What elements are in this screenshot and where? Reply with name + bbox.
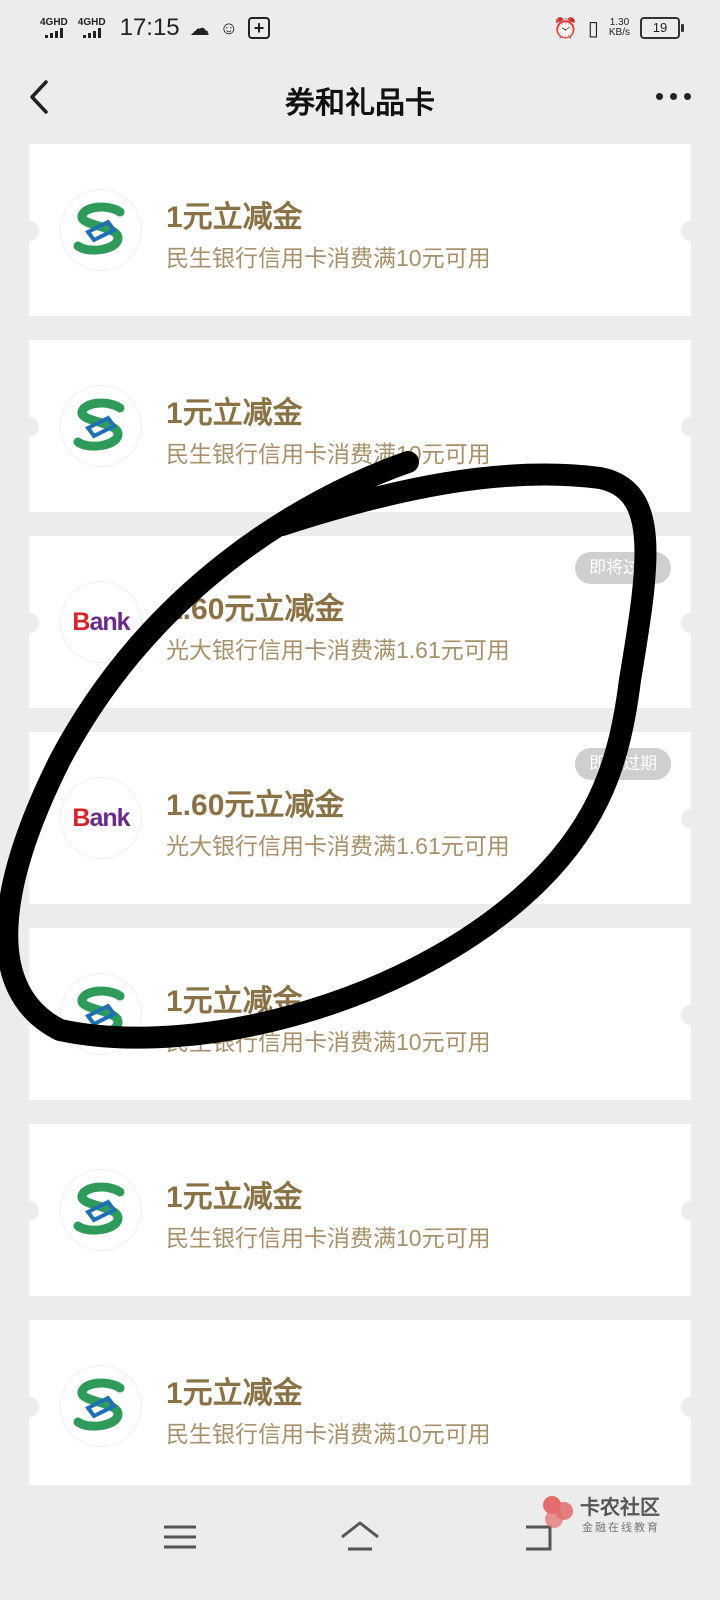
coupon-card[interactable]: 即将过期 Bank 1.60元立减金 光大银行信用卡消费满1.61元可用 <box>19 732 701 904</box>
expiring-badge: 即将过期 <box>575 748 671 780</box>
coupon-title: 1.60元立减金 <box>166 789 345 822</box>
coupon-description: 民生银行信用卡消费满10元可用 <box>166 1225 491 1251</box>
coupon-description: 民生银行信用卡消费满10元可用 <box>166 1421 491 1447</box>
card-notch-right <box>681 809 701 829</box>
watermark: 卡农社区 金融在线教育 <box>540 1485 710 1545</box>
coupon-title: 1元立减金 <box>166 201 303 234</box>
signal-label-1: 4GHD <box>40 17 68 28</box>
card-notch-right <box>681 613 701 633</box>
coupon-description: 民生银行信用卡消费满10元可用 <box>166 245 491 271</box>
weather-icon: ☁ <box>189 17 210 40</box>
coupon-description: 民生银行信用卡消费满10元可用 <box>166 1029 491 1055</box>
header-bar: 券和礼品卡 <box>0 56 720 142</box>
card-notch-right <box>681 1005 701 1025</box>
kanong-logo-icon <box>543 1496 573 1528</box>
coupon-card[interactable]: 1元立减金 民生银行信用卡消费满10元可用 <box>19 1320 701 1492</box>
cmbc-logo-icon <box>61 974 141 1054</box>
home-icon <box>341 1521 379 1551</box>
coupon-description: 民生银行信用卡消费满10元可用 <box>166 441 491 467</box>
coupon-title: 1元立减金 <box>166 985 303 1018</box>
card-notch-left <box>19 417 39 437</box>
watermark-subtitle: 金融在线教育 <box>582 1522 660 1534</box>
card-notch-right <box>681 417 701 437</box>
vibrate-icon: ▯ <box>587 17 599 40</box>
bank-logo-rest: ank <box>89 803 130 832</box>
alarm-icon: ⏰ <box>552 17 578 40</box>
card-notch-left <box>19 613 39 633</box>
cmbc-logo-icon <box>61 190 141 270</box>
ceb-bank-logo-icon: Bank <box>61 582 141 662</box>
coupon-card[interactable]: 1元立减金 民生银行信用卡消费满10元可用 <box>19 144 701 316</box>
page-title: 券和礼品卡 <box>285 87 435 120</box>
coupon-card[interactable]: 1元立减金 民生银行信用卡消费满10元可用 <box>19 1124 701 1296</box>
card-notch-left <box>19 221 39 241</box>
coupon-title: 1元立减金 <box>166 397 303 430</box>
security-icon: + <box>248 17 271 39</box>
signal-label-2: 4GHD <box>77 17 106 28</box>
bank-logo-b: B <box>72 607 90 636</box>
coupon-card[interactable]: 即将过期 Bank 1.60元立减金 光大银行信用卡消费满1.61元可用 <box>19 536 701 708</box>
clock-time: 17:15 <box>119 14 180 41</box>
menu-button[interactable] <box>156 1513 204 1561</box>
signal-icon-1: 4GHD <box>40 18 68 38</box>
more-dot-icon <box>684 92 691 100</box>
card-notch-left <box>19 1397 39 1417</box>
cmbc-logo-icon <box>61 1366 141 1446</box>
ceb-bank-logo-icon: Bank <box>61 778 141 858</box>
bank-logo-b: B <box>72 803 90 832</box>
coupon-list: 1元立减金 民生银行信用卡消费满10元可用 1元立减金 民生银行信用卡消费满10… <box>19 144 701 1516</box>
more-dot-icon <box>670 92 677 100</box>
card-notch-right <box>681 221 701 241</box>
card-notch-right <box>681 1397 701 1417</box>
coupon-title: 1元立减金 <box>166 1377 303 1410</box>
card-notch-left <box>19 809 39 829</box>
more-dot-icon <box>656 92 663 100</box>
coupon-description: 光大银行信用卡消费满1.61元可用 <box>166 637 510 663</box>
status-right: ⏰ ▯ 1.30 KB/s 19 <box>552 16 684 41</box>
bank-logo-rest: ank <box>89 607 130 636</box>
net-speed: 1.30 KB/s <box>609 18 630 38</box>
app-notification-icon: ☺ <box>219 17 239 38</box>
menu-icon <box>164 1525 196 1549</box>
home-button[interactable] <box>336 1513 384 1561</box>
status-left: 4GHD 4GHD 17:15 ☁ ☺ + <box>40 14 271 42</box>
watermark-title: 卡农社区 <box>580 1497 660 1519</box>
net-speed-unit: KB/s <box>608 27 630 38</box>
card-notch-left <box>19 1005 39 1025</box>
more-options-button[interactable] <box>656 86 692 106</box>
coupon-description: 光大银行信用卡消费满1.61元可用 <box>166 833 510 859</box>
coupon-card[interactable]: 1元立减金 民生银行信用卡消费满10元可用 <box>19 928 701 1100</box>
card-notch-left <box>19 1201 39 1221</box>
status-bar: 4GHD 4GHD 17:15 ☁ ☺ + ⏰ ▯ 1.30 KB/s 19 <box>0 0 720 56</box>
expiring-badge: 即将过期 <box>575 552 671 584</box>
coupon-title: 1元立减金 <box>166 1181 303 1214</box>
battery-icon: 19 <box>640 17 684 39</box>
cmbc-logo-icon <box>61 386 141 466</box>
coupon-title: 1.60元立减金 <box>166 593 345 626</box>
coupon-card[interactable]: 1元立减金 民生银行信用卡消费满10元可用 <box>19 340 701 512</box>
cmbc-logo-icon <box>61 1170 141 1250</box>
signal-icon-2: 4GHD <box>78 18 106 38</box>
card-notch-right <box>681 1201 701 1221</box>
